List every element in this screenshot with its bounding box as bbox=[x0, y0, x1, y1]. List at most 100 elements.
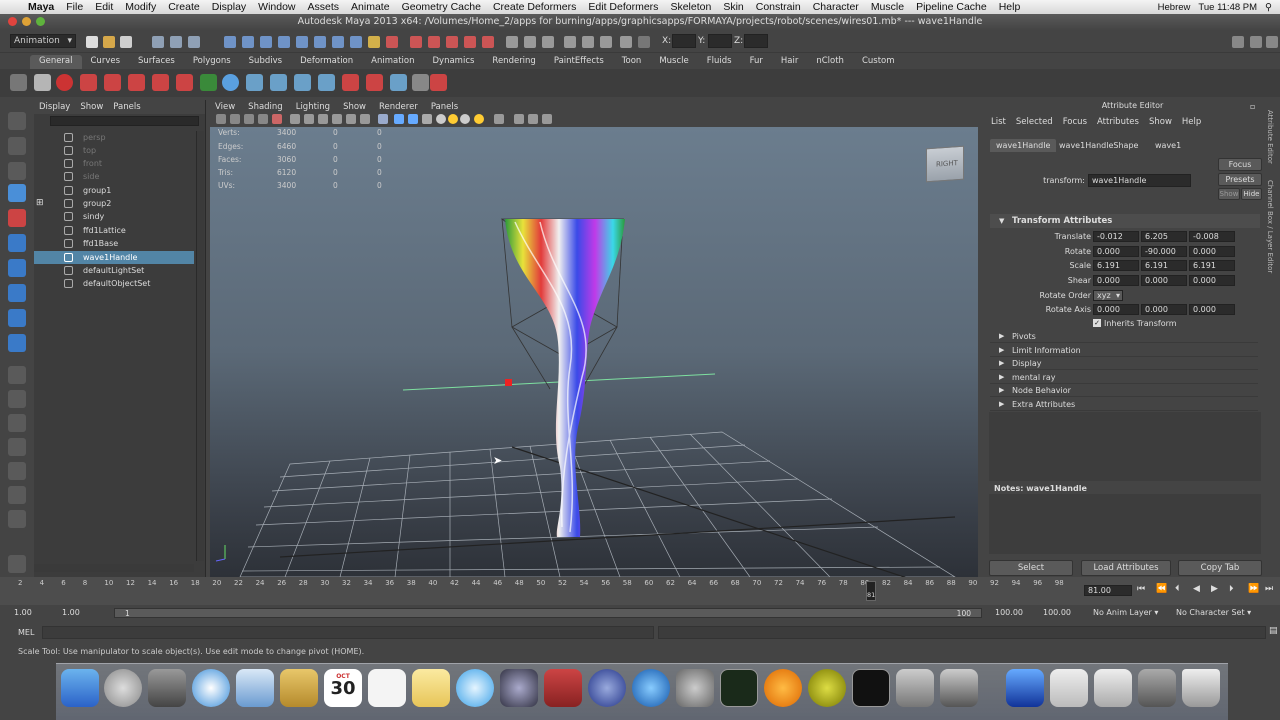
select-object-icon[interactable] bbox=[170, 36, 182, 48]
menu-item[interactable]: Animate bbox=[345, 1, 396, 13]
claquette-icon[interactable] bbox=[940, 669, 978, 707]
shelf-tool-icon[interactable] bbox=[430, 74, 447, 91]
system-preferences-icon[interactable] bbox=[676, 669, 714, 707]
shelf-tool-icon[interactable] bbox=[270, 74, 287, 91]
toggle-tool-settings-icon[interactable] bbox=[564, 36, 576, 48]
launchpad-icon[interactable] bbox=[104, 669, 142, 707]
show-button[interactable]: Show bbox=[1218, 188, 1240, 200]
scale-x-field[interactable]: 6.191 bbox=[1093, 260, 1139, 271]
viewport-menu-item[interactable]: Renderer bbox=[379, 102, 418, 112]
current-time-marker[interactable]: 81 bbox=[866, 581, 876, 601]
current-frame-field[interactable]: 81.00 bbox=[1084, 585, 1132, 596]
show-channel-box-icon[interactable] bbox=[1250, 36, 1262, 48]
outliner-item[interactable]: ⊞ group2 bbox=[34, 197, 194, 210]
toggle-channels-icon[interactable] bbox=[524, 36, 536, 48]
section-mental-ray[interactable]: ▶ mental ray bbox=[990, 371, 1258, 384]
menu-item[interactable]: Edit bbox=[89, 1, 119, 13]
step-forward-key-icon[interactable]: ⏩ bbox=[1248, 584, 1259, 594]
shelf-tool-icon[interactable] bbox=[342, 74, 359, 91]
show-hide-toolbox-icon[interactable] bbox=[1232, 36, 1244, 48]
shelf-tab[interactable]: General bbox=[30, 55, 82, 69]
absolute-transform-icon[interactable] bbox=[620, 36, 632, 48]
rotate-order-dropdown[interactable]: xyz ▾ bbox=[1093, 290, 1123, 301]
render-settings-icon[interactable] bbox=[428, 36, 440, 48]
input-ops-icon[interactable] bbox=[350, 36, 362, 48]
shelf-tab[interactable]: Muscle bbox=[650, 55, 697, 69]
rotate-tool-icon[interactable] bbox=[8, 209, 26, 227]
snap-point-icon[interactable] bbox=[260, 36, 272, 48]
x-field[interactable] bbox=[672, 34, 696, 48]
menu-item[interactable]: Help bbox=[993, 1, 1027, 13]
scale-z-field[interactable]: 6.191 bbox=[1189, 260, 1235, 271]
menuset-dropdown[interactable]: Animation ▾ bbox=[10, 34, 76, 48]
render-view-icon[interactable] bbox=[464, 36, 476, 48]
menu-item[interactable]: Display bbox=[206, 1, 252, 13]
all-lights-icon[interactable] bbox=[448, 114, 458, 124]
command-input[interactable] bbox=[42, 626, 654, 639]
render-icon[interactable] bbox=[386, 36, 398, 48]
z-field[interactable] bbox=[744, 34, 768, 48]
section-limit-information[interactable]: ▶ Limit Information bbox=[990, 344, 1258, 357]
outliner-h-scrollbar[interactable] bbox=[34, 564, 194, 572]
default-light-icon[interactable] bbox=[436, 114, 446, 124]
shelf-tab[interactable]: Custom bbox=[853, 55, 904, 69]
play-backward-icon[interactable]: ◀ bbox=[1193, 584, 1200, 594]
outliner-menu-item[interactable]: Display bbox=[39, 102, 70, 112]
lasso-tool-icon[interactable] bbox=[8, 137, 26, 155]
go-to-start-icon[interactable]: ⏮ bbox=[1137, 584, 1145, 594]
folder-stack-icon[interactable] bbox=[1138, 669, 1176, 707]
terminal-icon[interactable] bbox=[852, 669, 890, 707]
downloads-stack-icon[interactable] bbox=[1050, 669, 1088, 707]
section-display[interactable]: ▶ Display bbox=[990, 357, 1258, 370]
shadows-icon[interactable] bbox=[460, 114, 470, 124]
input-source-label[interactable]: Hebrew bbox=[1158, 2, 1191, 13]
graph-layout-icon[interactable] bbox=[8, 438, 26, 456]
playback-start-field[interactable]: 1.00 bbox=[62, 608, 80, 617]
ae-menu-item[interactable]: Show bbox=[1149, 117, 1172, 127]
app-icon[interactable] bbox=[1006, 669, 1044, 707]
outliner-item[interactable]: persp bbox=[34, 131, 194, 144]
move-tool-icon[interactable] bbox=[8, 184, 26, 202]
shelf-menu-icon[interactable] bbox=[10, 74, 27, 91]
outliner-item[interactable]: defaultLightSet bbox=[34, 264, 194, 277]
transform-name-field[interactable]: wave1Handle bbox=[1088, 174, 1191, 187]
trash-icon[interactable] bbox=[1182, 669, 1220, 707]
select-button[interactable]: Select bbox=[989, 560, 1073, 576]
expand-icon[interactable]: ⊞ bbox=[36, 197, 44, 210]
shelf-tab[interactable]: Hair bbox=[772, 55, 807, 69]
shelf-tool-icon[interactable] bbox=[412, 74, 429, 91]
viewport-menu-item[interactable]: Lighting bbox=[296, 102, 330, 112]
shelf-tab[interactable]: nCloth bbox=[807, 55, 853, 69]
sphere-icon[interactable] bbox=[222, 74, 239, 91]
menu-item[interactable]: Modify bbox=[119, 1, 162, 13]
ae-menu-item[interactable]: List bbox=[991, 117, 1006, 127]
last-tool-icon[interactable] bbox=[8, 334, 26, 352]
step-forward-frame-icon[interactable]: ⏵ bbox=[1229, 584, 1234, 594]
ae-menu-item[interactable]: Help bbox=[1182, 117, 1201, 127]
open-scene-icon[interactable] bbox=[103, 36, 115, 48]
menu-app-maya[interactable]: Maya bbox=[22, 1, 60, 13]
shelf-tab[interactable]: Fur bbox=[741, 55, 772, 69]
viewport-menu-item[interactable]: Shading bbox=[248, 102, 283, 112]
shelf-tab[interactable]: Deformation bbox=[291, 55, 362, 69]
resolution-gate-icon[interactable] bbox=[304, 114, 314, 124]
hypershade-icon[interactable] bbox=[446, 36, 458, 48]
notes-field[interactable] bbox=[989, 494, 1261, 554]
shelf-tool-icon[interactable] bbox=[390, 74, 407, 91]
snap-plane-icon[interactable] bbox=[278, 36, 290, 48]
time-slider[interactable]: 2 4 6 8 10 12 14 16 18 20 22 24 26 28 30 32 34 36 38 40 42 44… bbox=[0, 577, 1280, 605]
ae-menu-item[interactable]: Selected bbox=[1016, 117, 1053, 127]
shelf-tool-icon[interactable] bbox=[80, 74, 97, 91]
calendar-icon[interactable]: OCT 30 bbox=[324, 669, 362, 707]
shelf-tab[interactable]: Surfaces bbox=[129, 55, 184, 69]
app-store-icon[interactable] bbox=[632, 669, 670, 707]
menu-item[interactable]: Geometry Cache bbox=[396, 1, 487, 13]
construction-icon[interactable] bbox=[332, 36, 344, 48]
snap-curve-icon[interactable] bbox=[242, 36, 254, 48]
rotate-x-field[interactable]: 0.000 bbox=[1093, 246, 1139, 257]
float-panel-icon[interactable]: ▫ bbox=[1250, 102, 1255, 111]
menu-item[interactable]: File bbox=[60, 1, 89, 13]
section-pivots[interactable]: ▶ Pivots bbox=[990, 330, 1258, 343]
shelf-tool-icon[interactable] bbox=[200, 74, 217, 91]
isolate-select-icon[interactable] bbox=[494, 114, 504, 124]
